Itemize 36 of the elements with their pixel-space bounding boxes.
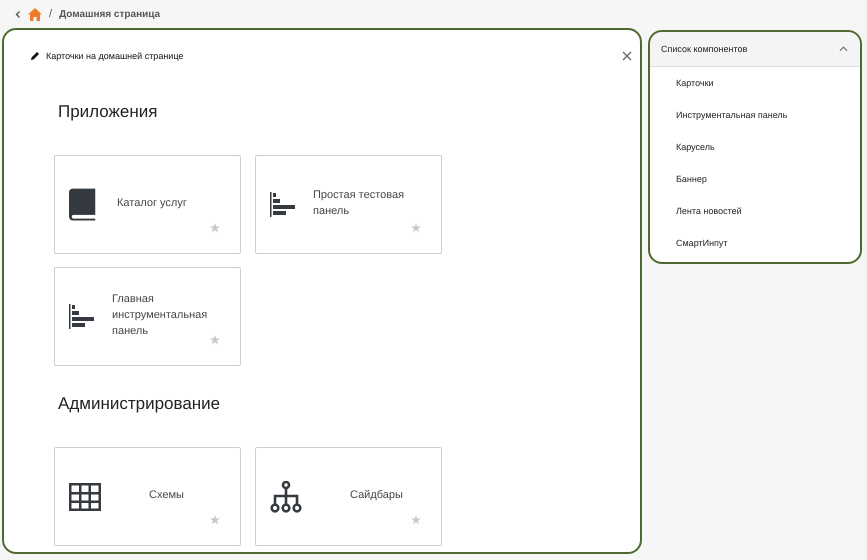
back-icon[interactable]	[15, 10, 21, 18]
component-item[interactable]: Баннер	[650, 163, 860, 195]
card-label: Сайдбары	[350, 488, 404, 503]
star-icon[interactable]	[411, 223, 421, 233]
section-heading: Приложения	[57, 101, 158, 123]
table-icon	[69, 482, 101, 510]
card-label: Схемы	[149, 488, 185, 503]
card-label: Простая тестовая панель	[313, 188, 406, 219]
star-icon[interactable]	[210, 515, 220, 525]
component-item[interactable]: Карусель	[650, 131, 860, 163]
app-card[interactable]: Каталог услуг	[54, 155, 241, 254]
panel-title: Карточки на домашней странице	[46, 51, 184, 61]
star-icon[interactable]	[210, 223, 220, 233]
hierarchy-icon	[270, 480, 302, 512]
components-title: Список компонентов	[661, 44, 748, 54]
bar-chart-icon	[69, 304, 94, 329]
card-label: Главная инструментальная панель	[112, 292, 208, 339]
components-header[interactable]: Список компонентов	[650, 32, 860, 67]
section-heading: Администрирование	[57, 393, 222, 415]
component-item[interactable]: Карточки	[650, 67, 860, 99]
app-card[interactable]: Главная инструментальная панель	[54, 267, 241, 366]
app-card[interactable]: Схемы	[54, 447, 241, 546]
component-item[interactable]: Лента новостей	[650, 195, 860, 227]
star-icon[interactable]	[210, 335, 220, 345]
star-icon[interactable]	[411, 515, 421, 525]
component-item[interactable]: СмартИнпут	[650, 227, 860, 259]
bar-chart-icon	[270, 192, 295, 217]
pencil-icon	[30, 51, 40, 61]
breadcrumb-separator: /	[49, 8, 52, 20]
card-label: Каталог услуг	[117, 196, 188, 211]
component-item[interactable]: Инструментальная панель	[650, 99, 860, 131]
app-card[interactable]: Простая тестовая панель	[255, 155, 442, 254]
breadcrumb-current: Домашняя страница	[59, 8, 160, 20]
home-icon[interactable]	[28, 8, 42, 20]
app-card[interactable]: Сайдбары	[255, 447, 442, 546]
close-icon[interactable]	[622, 51, 632, 61]
